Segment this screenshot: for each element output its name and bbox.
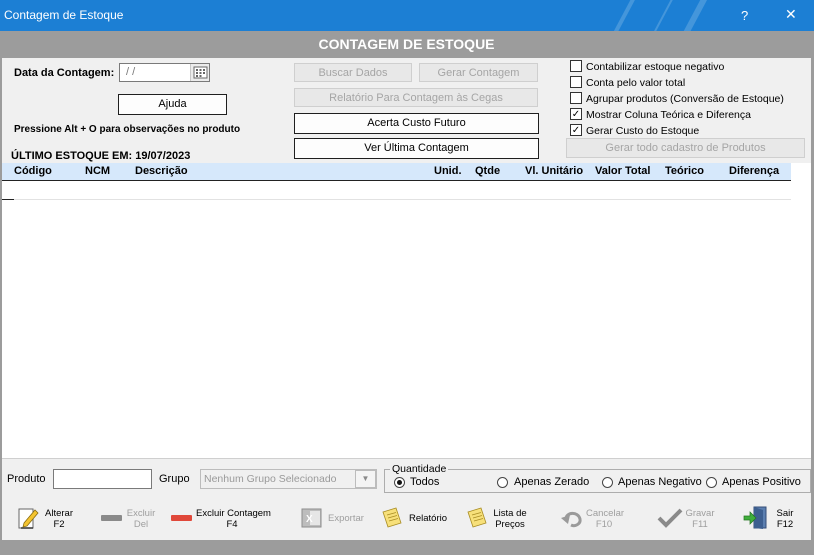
status-bar	[2, 540, 811, 555]
column-header[interactable]: Descrição	[135, 165, 188, 177]
check-mark: ✓	[571, 109, 581, 120]
page-title: CONTAGEM DE ESTOQUE	[2, 31, 811, 58]
tool-label: Relatório	[409, 513, 448, 524]
tool-shortcut: F11	[692, 519, 708, 530]
tool-shortcut: Del	[133, 519, 149, 530]
checkbox-stock-cost[interactable]: ✓	[570, 124, 582, 136]
date-label: Data da Contagem:	[14, 67, 115, 79]
tool-label: Excluir	[126, 508, 156, 519]
notepad-icon	[467, 507, 487, 528]
fetch-data-button[interactable]: Buscar Dados	[294, 63, 412, 82]
radio-label: Todos	[410, 476, 440, 488]
tool-shortcut: F4	[226, 519, 238, 530]
divider	[2, 458, 811, 459]
window-title: Contagem de Estoque	[4, 8, 124, 22]
radio-label: Apenas Zerado	[514, 476, 590, 488]
column-header[interactable]: Teórico	[665, 165, 704, 177]
radio-all[interactable]	[394, 477, 405, 488]
grid-row-indicator	[2, 199, 14, 200]
dropdown-arrow-icon[interactable]: ▼	[355, 470, 376, 488]
option-label: Conta pelo valor total	[586, 77, 686, 89]
checkbox-negative-stock[interactable]	[570, 60, 582, 72]
date-value: / /	[126, 66, 136, 78]
option-label: Contabilizar estoque negativo	[586, 61, 725, 73]
excel-icon: X	[301, 508, 322, 528]
tool-label: Lista de	[493, 508, 527, 519]
pencil-icon	[18, 508, 39, 529]
help-icon[interactable]: ?	[741, 8, 748, 23]
undo-icon	[561, 511, 582, 528]
generate-count-button[interactable]: Gerar Contagem	[419, 63, 538, 82]
titlebar-decoration	[662, 0, 724, 31]
save-button[interactable]: Gravar F11	[655, 505, 720, 535]
edit-button[interactable]: Alterar F2	[18, 505, 78, 535]
column-header[interactable]: Diferença	[729, 165, 779, 177]
column-header[interactable]: NCM	[85, 165, 110, 177]
exit-door-icon	[743, 506, 767, 529]
product-label: Produto	[7, 473, 46, 485]
column-header[interactable]: Qtde	[475, 165, 500, 177]
minus-icon	[171, 515, 192, 521]
report-button[interactable]: Relatório	[380, 505, 450, 535]
tool-shortcut: F12	[776, 519, 794, 530]
radio-label: Apenas Negativo	[618, 476, 702, 488]
radio-negative[interactable]	[602, 477, 613, 488]
grid-divider	[2, 180, 791, 181]
tool-label: Gravar	[685, 508, 715, 519]
svg-text:X: X	[306, 514, 313, 525]
notepad-icon	[382, 507, 402, 528]
blind-count-report-button[interactable]: Relatório Para Contagem às Cegas	[294, 88, 538, 107]
delete-button[interactable]: Excluir Del	[100, 505, 160, 535]
cancel-button[interactable]: Cancelar F10	[558, 505, 628, 535]
quantity-legend: Quantidade	[390, 463, 449, 475]
product-input[interactable]	[53, 469, 152, 489]
generate-all-products-button[interactable]: Gerar todo cadastro de Produtos	[566, 138, 805, 158]
grid-row-line	[2, 199, 791, 200]
view-last-count-button[interactable]: Ver Última Contagem	[294, 138, 539, 159]
radio-dot	[397, 480, 402, 485]
option-label: Gerar Custo do Estoque	[586, 125, 700, 137]
hint-text: Pressione Alt + O para observações no pr…	[14, 124, 241, 135]
export-button[interactable]: X Exportar	[300, 505, 370, 535]
checkbox-total-value[interactable]	[570, 76, 582, 88]
minus-icon	[101, 515, 122, 521]
delete-count-button[interactable]: Excluir Contagem F4	[170, 505, 271, 535]
titlebar-decoration	[631, 0, 691, 31]
radio-zero[interactable]	[497, 477, 508, 488]
column-header[interactable]: Código	[14, 165, 52, 177]
group-select[interactable]: Nenhum Grupo Selecionado	[200, 469, 377, 489]
group-label: Grupo	[159, 473, 190, 485]
checkbox-group-products[interactable]	[570, 92, 582, 104]
option-label: Mostrar Coluna Teórica e Diferença	[586, 109, 751, 121]
close-icon[interactable]: ✕	[785, 6, 797, 23]
tool-label: Alterar	[45, 508, 73, 519]
column-header[interactable]: Vl. Unitário	[525, 165, 583, 177]
check-mark: ✓	[571, 125, 581, 136]
group-select-value: Nenhum Grupo Selecionado	[204, 473, 337, 485]
adjust-future-cost-button[interactable]: Acerta Custo Futuro	[294, 113, 539, 134]
checkmark-icon	[657, 508, 683, 528]
radio-positive[interactable]	[706, 477, 717, 488]
calendar-button[interactable]	[190, 64, 209, 81]
column-header[interactable]: Unid.	[434, 165, 462, 177]
help-button[interactable]: Ajuda	[118, 94, 227, 115]
last-stock-label: ÚLTIMO ESTOQUE EM: 19/07/2023	[11, 150, 191, 162]
tool-label: Excluir Contagem	[196, 508, 271, 519]
tool-label: Exportar	[328, 513, 364, 524]
tool-shortcut: F2	[53, 519, 65, 530]
titlebar-decoration	[592, 0, 652, 31]
count-grid[interactable]	[2, 163, 811, 458]
column-header[interactable]: Valor Total	[595, 165, 650, 177]
title-bar: Contagem de Estoque ? ✕	[0, 0, 814, 31]
checkbox-show-theoretical[interactable]: ✓	[570, 108, 582, 120]
tool-shortcut: F10	[595, 519, 613, 530]
tool-label: Preços	[495, 519, 525, 530]
tool-label: Sair	[776, 508, 794, 519]
price-list-button[interactable]: Lista de Preços	[465, 505, 535, 535]
radio-label: Apenas Positivo	[722, 476, 801, 488]
calendar-icon	[193, 66, 208, 79]
exit-button[interactable]: Sair F12	[742, 505, 802, 535]
tool-label: Cancelar	[586, 508, 625, 519]
option-label: Agrupar produtos (Conversão de Estoque)	[586, 93, 784, 105]
